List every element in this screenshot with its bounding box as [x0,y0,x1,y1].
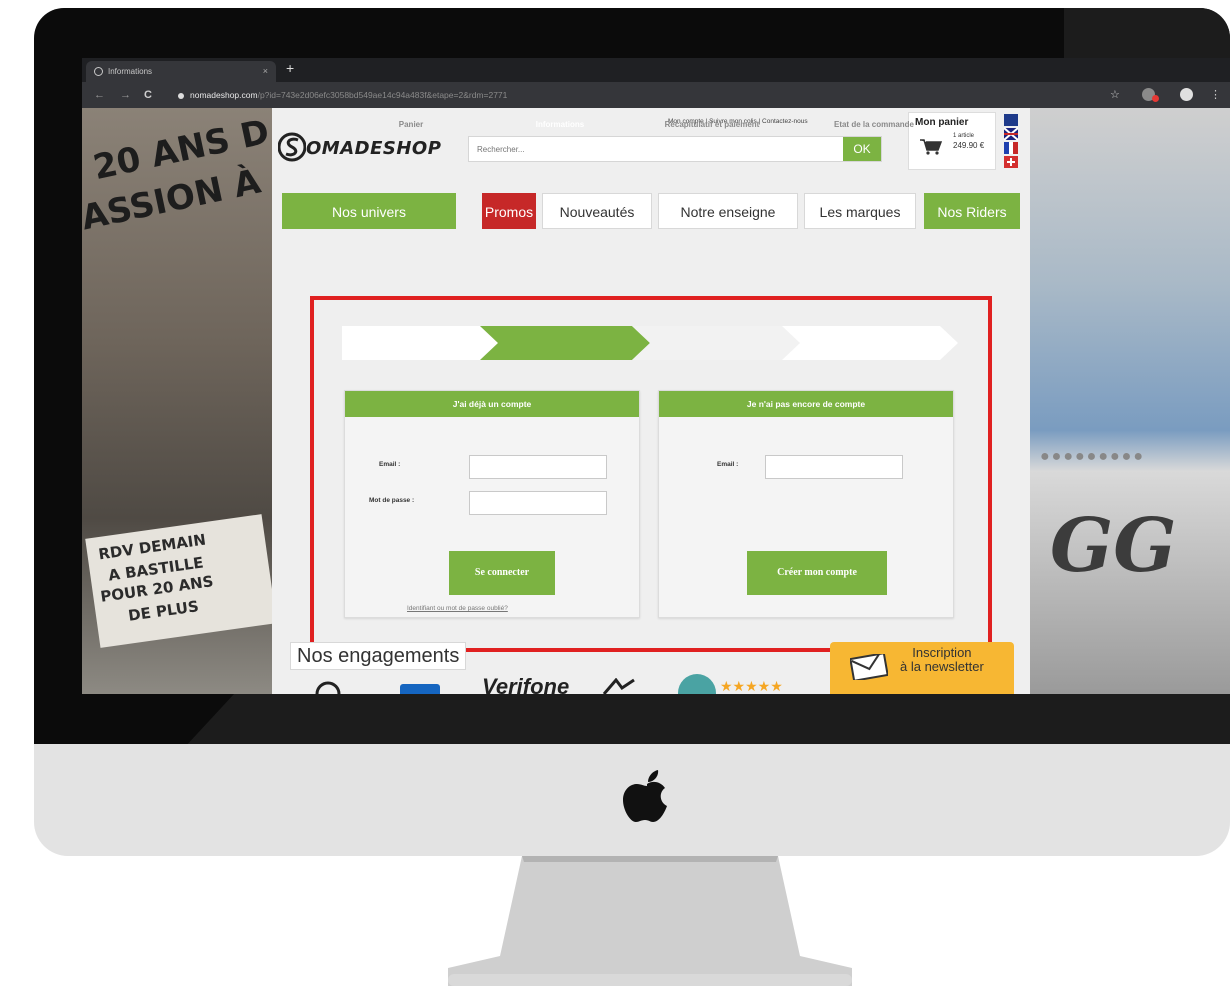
language-flags[interactable] [1004,114,1018,172]
step-etat-commande: Etat de la commande [833,119,915,129]
left-background-poster: 20 ANS D ASSION À RDV DEMAIN A BASTILLE … [82,108,282,694]
url-input[interactable]: nomadeshop.com/p?id=743e2d06efc3058bd549… [178,87,507,103]
newsletter-label-line2: à la newsletter [900,659,984,674]
menu-nos-riders[interactable]: Nos Riders [924,193,1020,229]
lock-icon [178,92,184,99]
back-icon[interactable]: ← [94,82,105,108]
favicon-icon [94,67,103,76]
step-informations: Informations [535,119,585,129]
cart-count: 1 article [953,133,975,139]
extension-badge-icon [1152,95,1159,102]
tab-bar: Informations × + [82,58,1230,82]
tab-close-icon[interactable]: × [263,61,268,82]
monitor-stand [448,856,852,986]
magnifier-logo-icon [315,681,341,694]
creer-compte-button[interactable]: Créer mon compte [747,551,887,595]
profile-avatar-icon[interactable] [1180,88,1193,101]
menu-promos[interactable]: Promos [482,193,536,229]
menu-les-marques[interactable]: Les marques [804,193,916,229]
new-tab-button[interactable]: + [286,60,294,76]
apple-logo-icon [623,770,667,822]
envelope-icon [850,654,888,680]
forward-icon[interactable]: → [120,82,131,108]
login-password-label: Mot de passe : [369,497,415,504]
se-connecter-button[interactable]: Se connecter [449,551,555,595]
page-viewport: 20 ANS D ASSION À RDV DEMAIN A BASTILLE … [82,108,1230,694]
register-panel: Je n'ai pas encore de compte Email : Cré… [658,390,954,618]
logo-s-icon [277,132,307,162]
poster-right-text: GG [1050,503,1177,589]
register-email-label: Email : [717,461,739,468]
address-bar-row: ← → C nomadeshop.com/p?id=743e2d06efc305… [82,82,1230,108]
login-password-input[interactable] [469,491,607,515]
scissors-logo-icon [602,678,635,694]
login-email-input[interactable] [469,455,607,479]
cart-price: 249.90 € [953,141,985,150]
verifone-logo: Verifone [482,674,570,694]
menu-nos-univers[interactable]: Nos univers [282,193,456,229]
tab-title: Informations [108,67,153,76]
browser-tab[interactable]: Informations × [86,61,276,82]
card-logo-icon [400,684,440,694]
url-path: /p?id=743e2d06efc3058bd549ae14c94a483f&e… [257,90,508,100]
register-email-input[interactable] [765,455,903,479]
checkout-steps-bar [342,326,958,360]
browser-window: Informations × + ← → C nomadeshop.com/p?… [82,58,1230,694]
bookmark-star-icon[interactable]: ☆ [1110,82,1120,108]
newsletter-label-line1: Inscription [912,645,972,660]
reload-icon[interactable]: C [144,82,152,108]
dots-decoration: ●●●●●●●●● [1040,448,1145,465]
newsletter-label: Inscription à la newsletter [900,646,984,674]
login-email-label: Email : [379,461,401,468]
menu-notre-enseigne[interactable]: Notre enseigne [658,193,798,229]
login-title: J'ai déjà un compte [345,391,639,417]
register-title: Je n'ai pas encore de compte [659,391,953,417]
step-panier[interactable]: Panier [342,108,480,142]
menu-nouveautes[interactable]: Nouveautés [542,193,652,229]
browser-menu-icon[interactable]: ⋮ [1210,82,1221,108]
forgot-password-link[interactable]: Identifiant ou mot de passe oublié? [407,605,508,612]
step-recapitulatif: Récapitulatif et paiement [664,119,760,129]
login-panel: J'ai déjà un compte Email : Mot de passe… [344,390,640,618]
rating-stars: ★★★★★ [720,678,783,694]
engagements-heading: Nos engagements [290,642,467,670]
url-domain: nomadeshop.com [190,90,258,100]
right-background-poster [1030,108,1230,694]
newsletter-banner[interactable]: Inscription à la newsletter [830,642,1014,694]
